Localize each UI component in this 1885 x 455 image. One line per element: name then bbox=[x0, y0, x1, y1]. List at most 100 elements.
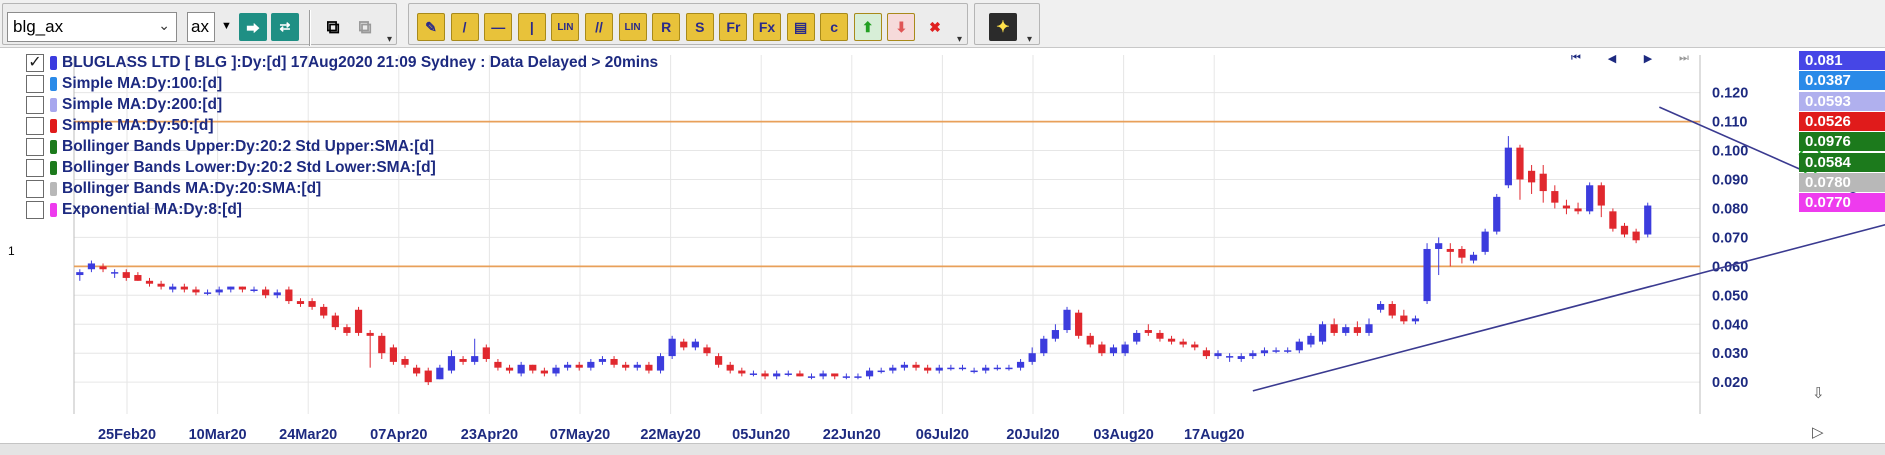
last-page-icon[interactable]: ⏭ bbox=[1666, 51, 1702, 65]
refresh-button[interactable]: ⇄ bbox=[271, 13, 299, 41]
candle-body bbox=[668, 338, 676, 357]
legend-item[interactable]: Bollinger Bands Upper:Dy:20:2 Std Upper:… bbox=[26, 136, 658, 157]
go-button[interactable]: ⮕ bbox=[239, 13, 267, 41]
candle-body bbox=[924, 367, 932, 371]
legend-color-swatch bbox=[50, 202, 57, 217]
binoculars-alt-icon[interactable]: ⧉ bbox=[351, 13, 379, 41]
candle-body bbox=[180, 286, 188, 290]
prev-page-icon[interactable]: ◀ bbox=[1594, 51, 1630, 65]
candle-body bbox=[1400, 315, 1408, 322]
value-badge: 0.0387 bbox=[1799, 71, 1885, 91]
candle-body bbox=[900, 364, 909, 368]
legend-color-swatch bbox=[50, 160, 57, 175]
binoculars-icon[interactable]: ⧉ bbox=[319, 13, 347, 41]
legend-checkbox[interactable]: ✓ bbox=[26, 53, 44, 72]
magic-tool-button[interactable]: ✦ bbox=[989, 13, 1017, 41]
symbol-combobox[interactable]: blg_ax ⌄ bbox=[7, 12, 177, 42]
scroll-right-icon[interactable]: ▷ bbox=[1812, 423, 1824, 441]
candle-body bbox=[1051, 330, 1060, 339]
candle-body bbox=[1353, 327, 1361, 333]
legend-checkbox[interactable] bbox=[26, 200, 44, 219]
candle-body bbox=[413, 367, 421, 374]
candle-body bbox=[1423, 248, 1431, 302]
candle-body bbox=[842, 376, 850, 378]
chevron-down-icon[interactable]: ⌄ bbox=[158, 17, 170, 34]
vertical-line-tool-button[interactable]: | bbox=[517, 13, 546, 41]
pencil-tool-button[interactable]: ✎ bbox=[417, 13, 445, 41]
legend-color-swatch bbox=[50, 97, 57, 112]
toolbar-separator bbox=[309, 10, 311, 46]
symbol-value: blg_ax bbox=[13, 17, 64, 36]
candle-body bbox=[877, 370, 885, 373]
legend-item[interactable]: Bollinger Bands MA:Dy:20:SMA:[d] bbox=[26, 178, 658, 199]
legend-checkbox[interactable] bbox=[26, 74, 44, 93]
note-tool-button[interactable]: ▤ bbox=[786, 13, 815, 41]
candle-body bbox=[447, 356, 456, 371]
first-page-icon[interactable]: ⏮ bbox=[1558, 51, 1594, 65]
legend-checkbox[interactable] bbox=[26, 158, 44, 177]
candle-body bbox=[656, 356, 665, 371]
legend-checkbox[interactable] bbox=[26, 116, 44, 135]
r-tool-button[interactable]: R bbox=[652, 13, 681, 41]
next-page-icon[interactable]: ▶ bbox=[1630, 51, 1666, 65]
toolbar-grip-icon[interactable]: ▾ bbox=[1027, 34, 1032, 45]
value-badge: 0.0770 bbox=[1799, 193, 1885, 213]
candle-body bbox=[482, 347, 490, 359]
s-tool-button[interactable]: S bbox=[685, 13, 714, 41]
exchange-field[interactable]: ax bbox=[187, 12, 215, 42]
legend-item[interactable]: Simple MA:Dy:200:[d] bbox=[26, 94, 658, 115]
candle-body bbox=[993, 367, 1001, 370]
horizontal-line-tool-button[interactable]: — bbox=[484, 13, 513, 41]
legend-checkbox[interactable] bbox=[26, 179, 44, 198]
text-tool-button[interactable]: c bbox=[820, 13, 849, 41]
candle-body bbox=[807, 376, 816, 378]
candle-body bbox=[1005, 367, 1013, 370]
lin-tool-button[interactable]: LIN bbox=[551, 13, 580, 41]
legend-item[interactable]: Exponential MA:Dy:8:[d] bbox=[26, 199, 658, 220]
candle-body bbox=[169, 286, 177, 290]
legend-item[interactable]: Simple MA:Dy:50:[d] bbox=[26, 115, 658, 136]
legend-checkbox[interactable] bbox=[26, 137, 44, 156]
legend-item[interactable]: Simple MA:Dy:100:[d] bbox=[26, 73, 658, 94]
zoom-icon[interactable]: ⇩ bbox=[1812, 384, 1825, 402]
delete-tool-button[interactable]: ✖ bbox=[921, 13, 949, 41]
legend-item[interactable]: Bollinger Bands Lower:Dy:20:2 Std Lower:… bbox=[26, 157, 658, 178]
candle-body bbox=[564, 364, 572, 368]
parallel-lines-tool-button[interactable]: // bbox=[585, 13, 613, 41]
legend-checkbox[interactable] bbox=[26, 95, 44, 114]
candle-body bbox=[1214, 353, 1222, 357]
status-bar bbox=[0, 443, 1885, 455]
trend-line-tool-button[interactable]: / bbox=[450, 13, 479, 41]
candle-body bbox=[1133, 332, 1141, 342]
candle-body bbox=[1446, 248, 1454, 252]
toolbar-grip-icon[interactable]: ▾ bbox=[957, 34, 962, 45]
candle-body bbox=[935, 367, 943, 371]
down-arrow-tool-button[interactable]: ⬇ bbox=[887, 13, 916, 41]
chart-window: blg_ax ⌄ ax ▼ ⮕ ⇄ ⧉ ⧉ ▾ ✎ / — | LIN//LIN R S Fr… bbox=[0, 0, 1885, 455]
value-badge: 0.0593 bbox=[1799, 91, 1885, 111]
toolbar-grip-icon[interactable]: ▾ bbox=[387, 34, 392, 45]
candle-body bbox=[1167, 338, 1176, 342]
exchange-dropdown-icon[interactable]: ▼ bbox=[221, 20, 232, 32]
legend-item[interactable]: ✓ BLUGLASS LTD [ BLG ]:Dy:[d] 17Aug2020 2… bbox=[26, 52, 658, 73]
candle-body bbox=[912, 364, 920, 368]
candle-body bbox=[1260, 350, 1269, 354]
y-tick-label: 0.110 bbox=[1712, 115, 1748, 131]
up-arrow-tool-button[interactable]: ⬆ bbox=[853, 13, 882, 41]
fr-tool-button[interactable]: Fr bbox=[719, 13, 748, 41]
candle-body bbox=[691, 341, 699, 348]
chart-navigation: ⏮ ◀ ▶ ⏭ bbox=[1558, 51, 1702, 65]
x-tick-label: 22May20 bbox=[640, 427, 700, 443]
candle-body bbox=[436, 367, 444, 380]
candle-body bbox=[1632, 231, 1640, 241]
x-tick-label: 25Feb20 bbox=[98, 427, 156, 443]
candle-body bbox=[645, 364, 653, 371]
x-tick-label: 23Apr20 bbox=[461, 427, 518, 443]
candle-body bbox=[1098, 344, 1106, 354]
lin-channel-tool-button[interactable]: LIN bbox=[618, 13, 647, 41]
candle-body bbox=[1318, 324, 1327, 342]
x-tick-label: 07May20 bbox=[550, 427, 610, 443]
candle-body bbox=[610, 358, 618, 365]
fx-tool-button[interactable]: Fx bbox=[753, 13, 781, 41]
chart-area[interactable]: 0.020 0.030 0.040 0.050 0.060 0.070 0.080 0.090… bbox=[0, 49, 1885, 443]
